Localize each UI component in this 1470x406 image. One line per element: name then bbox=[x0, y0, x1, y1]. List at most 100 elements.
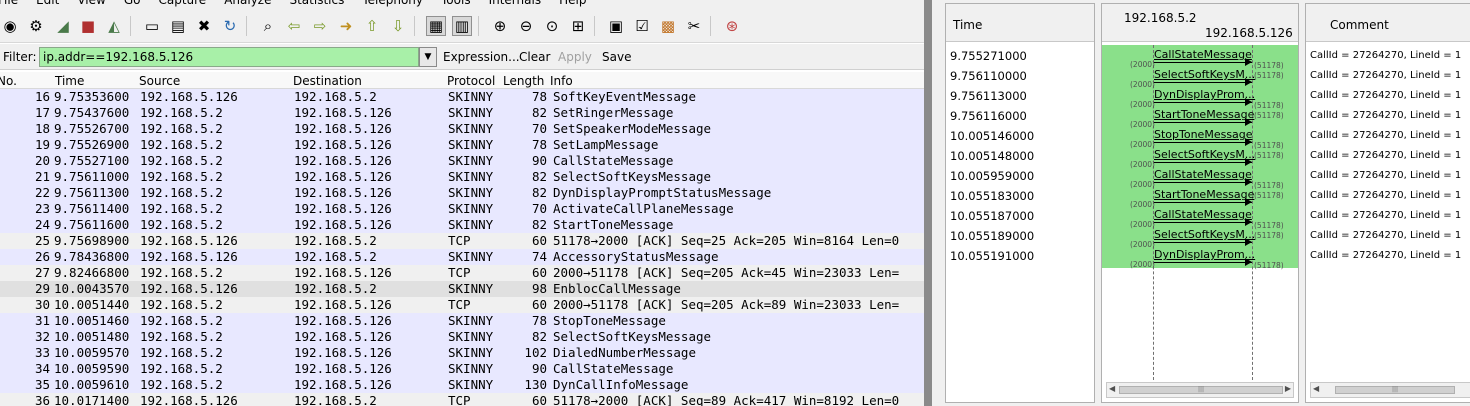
packet-row[interactable]: 23 9.75611400 192.168.5.2 192.168.5.126 SKIN… bbox=[0, 201, 926, 217]
flow-message-label[interactable]: DynDisplayProm... bbox=[1154, 248, 1255, 261]
menu-edit[interactable]: Edit bbox=[36, 0, 59, 7]
menu-view[interactable]: View bbox=[77, 0, 105, 7]
display-filters-icon[interactable]: ☑ bbox=[632, 16, 652, 36]
flow-message-label[interactable]: StartToneMessage bbox=[1154, 108, 1254, 121]
arrowhead-icon bbox=[1245, 158, 1252, 166]
flow-message-label[interactable]: CallStateMessage bbox=[1154, 48, 1252, 61]
column-header-protocol[interactable]: Protocol bbox=[447, 74, 495, 88]
comment-horizontal-scrollbar[interactable]: ◀ ||| bbox=[1310, 382, 1470, 398]
zoom-in-icon[interactable]: ⊕ bbox=[490, 16, 510, 36]
packet-row[interactable]: 17 9.75437600 192.168.5.2 192.168.5.126 SKIN… bbox=[0, 105, 926, 121]
resize-columns-icon[interactable]: ⊞ bbox=[568, 16, 588, 36]
scroll-right-icon[interactable]: ▶ bbox=[1285, 384, 1291, 393]
packet-row[interactable]: 27 9.82466800 192.168.5.2 192.168.5.126 TCP 6… bbox=[0, 265, 926, 281]
column-header-info[interactable]: Info bbox=[550, 74, 573, 88]
zoom-out-icon[interactable]: ⊖ bbox=[516, 16, 536, 36]
column-header-source[interactable]: Source bbox=[139, 74, 180, 88]
packet-row[interactable]: 22 9.75611300 192.168.5.2 192.168.5.126 SKIN… bbox=[0, 185, 926, 201]
packet-row[interactable]: 32 10.0051480 192.168.5.2 192.168.5.126 SKIN… bbox=[0, 329, 926, 345]
menu-tools[interactable]: Tools bbox=[441, 0, 471, 7]
restart-capture-icon[interactable]: ◭ bbox=[104, 16, 124, 36]
apply-button[interactable]: Apply bbox=[558, 50, 592, 64]
packet-row[interactable]: 33 10.0059570 192.168.5.2 192.168.5.126 SKIN… bbox=[0, 345, 926, 361]
packet-row[interactable]: 25 9.75698900 192.168.5.126 192.168.5.2 TCP 6… bbox=[0, 233, 926, 249]
close-file-icon[interactable]: ✖ bbox=[194, 16, 214, 36]
column-header-no[interactable]: No. bbox=[0, 74, 17, 88]
flow-message-label[interactable]: CallStateMessage bbox=[1154, 168, 1252, 181]
flow-time[interactable]: 9.755271000 bbox=[950, 49, 1027, 63]
flow-message-label[interactable]: CallStateMessage bbox=[1154, 208, 1252, 221]
flow-time[interactable]: 10.055183000 bbox=[950, 189, 1034, 203]
flow-message-label[interactable]: SelectSoftKeysM... bbox=[1154, 68, 1255, 81]
back-icon[interactable]: ⇦ bbox=[284, 16, 304, 36]
scroll-left-icon[interactable]: ◀ bbox=[1313, 384, 1319, 393]
flow-time[interactable]: 10.055189000 bbox=[950, 229, 1034, 243]
find-packet-icon[interactable]: ⌕ bbox=[258, 16, 278, 36]
packet-row[interactable]: 16 9.75353600 192.168.5.126 192.168.5.2 SKIN… bbox=[0, 89, 926, 105]
column-header-destination[interactable]: Destination bbox=[293, 74, 362, 88]
flow-time[interactable]: 10.055191000 bbox=[950, 249, 1034, 263]
save-filter-button[interactable]: Save bbox=[602, 50, 631, 64]
flow-message-label[interactable]: SelectSoftKeysM... bbox=[1154, 228, 1255, 241]
menu-analyze[interactable]: Analyze bbox=[224, 0, 271, 7]
filter-input[interactable]: ip.addr==192.168.5.126 bbox=[39, 47, 419, 67]
first-packet-icon[interactable]: ⇧ bbox=[362, 16, 382, 36]
auto-scroll-icon[interactable]: ▥ bbox=[452, 16, 472, 36]
start-capture-icon[interactable]: ◢ bbox=[53, 16, 73, 36]
flow-horizontal-scrollbar[interactable]: ◀ ||| ▶ bbox=[1106, 382, 1294, 398]
menu-statistics[interactable]: Statistics bbox=[289, 0, 344, 7]
coloring-rules-icon[interactable]: ▩ bbox=[658, 16, 678, 36]
stop-capture-icon[interactable]: ■ bbox=[78, 16, 98, 36]
filter-dropdown-button[interactable]: ▼ bbox=[419, 47, 437, 67]
menu-go[interactable]: Go bbox=[124, 0, 141, 7]
expression-button[interactable]: Expression... bbox=[443, 50, 520, 64]
flow-time[interactable]: 9.756110000 bbox=[950, 69, 1027, 83]
flow-time[interactable]: 10.005146000 bbox=[950, 129, 1034, 143]
packet-row[interactable]: 31 10.0051460 192.168.5.2 192.168.5.126 SKIN… bbox=[0, 313, 926, 329]
packet-row[interactable]: 21 9.75611000 192.168.5.2 192.168.5.126 SKIN… bbox=[0, 169, 926, 185]
packet-row[interactable]: 34 10.0059590 192.168.5.2 192.168.5.126 SKIN… bbox=[0, 361, 926, 377]
flow-message-label[interactable]: StopToneMessage bbox=[1154, 128, 1253, 141]
menu-help[interactable]: Help bbox=[559, 0, 586, 7]
menu-capture[interactable]: Capture bbox=[158, 0, 206, 7]
flow-message-label[interactable]: SelectSoftKeysM... bbox=[1154, 148, 1255, 161]
menu-internals[interactable]: Internals bbox=[489, 0, 542, 7]
flow-time[interactable]: 10.005148000 bbox=[950, 149, 1034, 163]
normal-size-icon[interactable]: ⊙ bbox=[542, 16, 562, 36]
flow-message-label[interactable]: DynDisplayProm... bbox=[1154, 88, 1255, 101]
packet-row[interactable]: 26 9.78436800 192.168.5.126 192.168.5.2 SKIN… bbox=[0, 249, 926, 265]
capture-filters-icon[interactable]: ▣ bbox=[606, 16, 626, 36]
packet-row[interactable]: 29 10.0043570 192.168.5.126 192.168.5.2 SKIN… bbox=[0, 281, 926, 297]
packet-row[interactable]: 35 10.0059610 192.168.5.2 192.168.5.126 SKIN… bbox=[0, 377, 926, 393]
menu-file[interactable]: File bbox=[0, 0, 18, 7]
clear-button[interactable]: Clear bbox=[519, 50, 550, 64]
packet-row[interactable]: 20 9.75527100 192.168.5.2 192.168.5.126 SKIN… bbox=[0, 153, 926, 169]
preferences-icon[interactable]: ✂ bbox=[684, 16, 704, 36]
reload-icon[interactable]: ↻ bbox=[220, 16, 240, 36]
packet-row[interactable]: 19 9.75526900 192.168.5.2 192.168.5.126 SKIN… bbox=[0, 137, 926, 153]
scrollbar-thumb[interactable]: ||| bbox=[1119, 386, 1283, 394]
scrollbar-thumb[interactable]: ||| bbox=[1335, 386, 1455, 394]
go-to-packet-icon[interactable]: ➜ bbox=[336, 16, 356, 36]
menu-telephony[interactable]: Telephony bbox=[362, 0, 423, 7]
interface-list-icon[interactable]: ◉ bbox=[0, 16, 20, 36]
packet-row[interactable]: 36 10.0171400 192.168.5.126 192.168.5.2 TCP 6… bbox=[0, 393, 926, 406]
capture-options-icon[interactable]: ⚙ bbox=[26, 16, 46, 36]
flow-time[interactable]: 10.055187000 bbox=[950, 209, 1034, 223]
save-file-icon[interactable]: ▤ bbox=[168, 16, 188, 36]
open-file-icon[interactable]: ▭ bbox=[142, 16, 162, 36]
flow-time[interactable]: 9.756116000 bbox=[950, 109, 1027, 123]
packet-row[interactable]: 18 9.75526700 192.168.5.2 192.168.5.126 SKIN… bbox=[0, 121, 926, 137]
scroll-left-icon[interactable]: ◀ bbox=[1109, 384, 1115, 393]
flow-time[interactable]: 10.005959000 bbox=[950, 169, 1034, 183]
flow-message-label[interactable]: StartToneMessage bbox=[1154, 188, 1254, 201]
help-icon[interactable]: ⊛ bbox=[722, 16, 742, 36]
column-header-time[interactable]: Time bbox=[55, 74, 84, 88]
packet-row[interactable]: 30 10.0051440 192.168.5.2 192.168.5.126 TCP 6… bbox=[0, 297, 926, 313]
last-packet-icon[interactable]: ⇩ bbox=[388, 16, 408, 36]
packet-row[interactable]: 24 9.75611600 192.168.5.2 192.168.5.126 SKIN… bbox=[0, 217, 926, 233]
column-header-length[interactable]: Length bbox=[503, 74, 544, 88]
colorize-icon[interactable]: ▦ bbox=[426, 16, 446, 36]
forward-icon[interactable]: ⇨ bbox=[310, 16, 330, 36]
flow-time[interactable]: 9.756113000 bbox=[950, 89, 1027, 103]
